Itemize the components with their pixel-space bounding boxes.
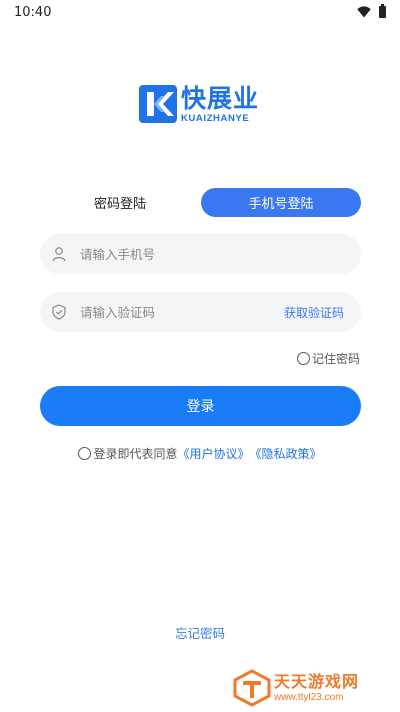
status-time: 10:40	[14, 4, 52, 20]
phone-field[interactable]	[40, 234, 361, 274]
watermark-text: 天天游戏网 www.ttyl23.com	[274, 672, 359, 704]
remember-password[interactable]: 记住密码	[296, 350, 360, 366]
agreement: 登录即代表同意 《用户协议》 《隐私政策》	[0, 444, 400, 462]
forgot-password-link[interactable]: 忘记密码	[175, 626, 225, 641]
user-agreement-link[interactable]: 《用户协议》	[177, 445, 249, 462]
app-logo: 快展业 KUAIZHANYE	[139, 82, 261, 126]
privacy-policy-link[interactable]: 《隐私政策》	[250, 445, 322, 462]
forgot-password: 忘记密码	[0, 623, 400, 642]
wifi-icon	[357, 6, 371, 18]
logo-name-cn: 快展业	[181, 83, 260, 113]
tab-password-login[interactable]: 密码登陆	[40, 188, 200, 217]
verification-code-field[interactable]: 获取验证码	[40, 292, 361, 332]
battery-icon	[379, 4, 386, 18]
remember-radio[interactable]	[296, 351, 310, 365]
phone-input[interactable]	[80, 246, 344, 262]
remember-label: 记住密码	[311, 351, 360, 366]
status-icons	[357, 4, 386, 18]
watermark: 天天游戏网 www.ttyl23.com	[232, 668, 372, 708]
kzy-logo-icon	[139, 85, 177, 123]
user-icon	[52, 247, 66, 262]
verification-code-input[interactable]	[80, 304, 284, 320]
tab-phone-login[interactable]: 手机号登陆	[201, 188, 361, 217]
watermark-url: www.ttyl23.com	[274, 692, 344, 703]
get-code-button[interactable]: 获取验证码	[284, 304, 344, 321]
login-button[interactable]: 登录	[40, 386, 361, 426]
agreement-prefix: 登录即代表同意	[93, 446, 178, 461]
logo-text: 快展业 KUAIZHANYE	[181, 83, 260, 124]
status-bar: 10:40	[0, 0, 400, 24]
login-tabs: 密码登陆 手机号登陆	[40, 188, 361, 217]
watermark-name: 天天游戏网	[274, 672, 360, 691]
shield-icon	[52, 304, 66, 320]
agreement-radio[interactable]	[78, 446, 92, 460]
watermark-logo-icon	[233, 669, 271, 707]
logo-name-en: KUAIZHANYE	[181, 112, 250, 124]
